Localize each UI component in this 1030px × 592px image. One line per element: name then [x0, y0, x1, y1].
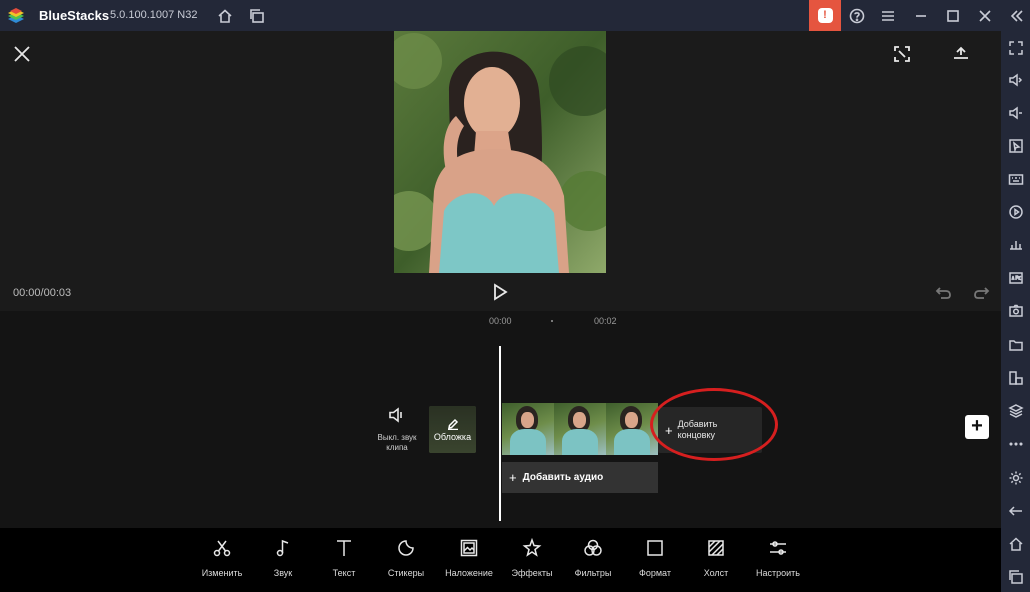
export-icon[interactable] [951, 44, 971, 64]
tool-label: Стикеры [387, 568, 425, 578]
app-name: BlueStacks [39, 8, 110, 23]
tool-label: Звук [273, 568, 293, 578]
plus-icon: + [509, 470, 517, 485]
tool-label: Эффекты [511, 568, 553, 578]
multi-instance-icon[interactable] [247, 6, 267, 26]
tool-label: Наложение [445, 568, 493, 578]
timeline[interactable]: 00:00 00:02 Выкл. звук клипа Обложка + Д… [0, 311, 1001, 528]
sticker-icon [398, 540, 414, 556]
speaker-icon [389, 407, 402, 423]
performance-icon[interactable] [1007, 236, 1025, 254]
tool-effects[interactable]: Эффекты [502, 537, 562, 578]
keyboard-icon[interactable] [1007, 170, 1025, 188]
app-version: 5.0.100.1007 N32 [110, 9, 198, 21]
overlay-icon [460, 539, 478, 557]
tool-label: Изменить [201, 568, 243, 578]
window-titlebar: BlueStacks 5.0.100.1007 N32 ! [0, 0, 1030, 31]
text-icon [337, 540, 351, 556]
pointer-icon[interactable] [1007, 137, 1025, 155]
tool-canvas[interactable]: Холст [686, 538, 746, 578]
apk-install-icon[interactable] [1007, 269, 1025, 287]
play-button[interactable] [491, 283, 509, 301]
tool-label: Текст [332, 568, 356, 578]
alert-icon: ! [817, 8, 833, 23]
tool-label: Холст [703, 568, 729, 578]
video-editor: 00:00/00:03 00:00 00:02 Выкл. звук клипа… [0, 31, 1001, 592]
folder-icon[interactable] [1007, 336, 1025, 354]
tool-label: Фильтры [574, 568, 612, 578]
android-home-icon[interactable] [1007, 535, 1025, 553]
effects-star-icon [522, 537, 542, 557]
bluestacks-logo-icon [6, 6, 26, 26]
tool-edit[interactable]: Изменить [192, 538, 252, 578]
time-readout: 00:00/00:03 [13, 287, 72, 299]
volume-up-icon[interactable] [1007, 71, 1025, 89]
undo-icon[interactable] [935, 284, 952, 301]
music-note-icon [276, 539, 289, 557]
layers-icon[interactable] [1007, 402, 1025, 420]
edit-pencil-icon [447, 418, 458, 430]
cover-button[interactable]: Обложка [429, 406, 476, 453]
highlight-annotation [650, 388, 778, 461]
add-audio-button[interactable]: + Добавить аудио [502, 462, 658, 493]
tool-adjust[interactable]: Настроить [748, 538, 808, 578]
volume-down-icon[interactable] [1007, 104, 1025, 122]
more-options-icon[interactable] [1007, 435, 1025, 453]
tool-label: Настроить [756, 568, 800, 578]
collapse-sidebar-icon[interactable] [1007, 6, 1027, 26]
clip-frame-thumbnail [502, 403, 554, 455]
screenshot-icon[interactable] [1007, 302, 1025, 320]
menu-icon[interactable] [878, 6, 898, 26]
timeline-tick: 00:00 [489, 316, 512, 326]
playhead[interactable] [499, 346, 501, 521]
cover-label: Обложка [433, 431, 472, 442]
home-icon[interactable] [215, 6, 235, 26]
canvas-icon [708, 540, 724, 556]
maximize-icon[interactable] [943, 6, 963, 26]
tool-sound[interactable]: Звук [253, 538, 313, 578]
tool-label: Формат [639, 568, 671, 578]
video-preview-image [394, 31, 606, 273]
close-window-icon[interactable] [975, 6, 995, 26]
clip-frame-thumbnail [554, 403, 606, 455]
tool-filters[interactable]: Фильтры [563, 538, 623, 578]
alert-button[interactable]: ! [809, 0, 841, 31]
settings-gear-icon[interactable] [1007, 469, 1025, 487]
redo-icon[interactable] [973, 284, 990, 301]
bottom-toolbar: Изменить Звук Текст Стикеры Наложение Эф… [0, 528, 1001, 592]
tool-format[interactable]: Формат [625, 538, 685, 578]
scissors-icon [213, 540, 231, 557]
timeline-tick-dot [551, 320, 553, 322]
timeline-tick: 00:02 [594, 316, 617, 326]
minimize-icon[interactable] [911, 6, 931, 26]
bluestacks-sidebar [1001, 31, 1030, 592]
video-preview[interactable] [394, 31, 606, 273]
tool-text[interactable]: Текст [314, 538, 374, 578]
multi-window-icon[interactable] [1007, 369, 1025, 387]
macro-play-icon[interactable] [1007, 203, 1025, 221]
add-audio-label: Добавить аудио [522, 472, 604, 483]
recent-apps-icon[interactable] [1007, 568, 1025, 586]
format-square-icon [647, 540, 663, 556]
back-arrow-icon[interactable] [1007, 502, 1025, 520]
mute-clip-label: Выкл. звук клипа [377, 433, 417, 452]
filters-icon [584, 539, 602, 556]
preview-area: 00:00/00:03 [0, 31, 1001, 311]
tool-stickers[interactable]: Стикеры [376, 538, 436, 578]
video-clip-track[interactable] [502, 403, 658, 455]
adjust-sliders-icon [770, 541, 786, 555]
tool-overlay[interactable]: Наложение [439, 538, 499, 578]
help-icon[interactable] [847, 6, 867, 26]
fullscreen-preview-icon[interactable] [893, 45, 911, 63]
close-editor-icon[interactable] [12, 44, 32, 64]
add-clip-button[interactable]: + [965, 415, 989, 439]
mute-clip-button[interactable]: Выкл. звук клипа [374, 406, 420, 453]
fullscreen-icon[interactable] [1007, 39, 1025, 57]
